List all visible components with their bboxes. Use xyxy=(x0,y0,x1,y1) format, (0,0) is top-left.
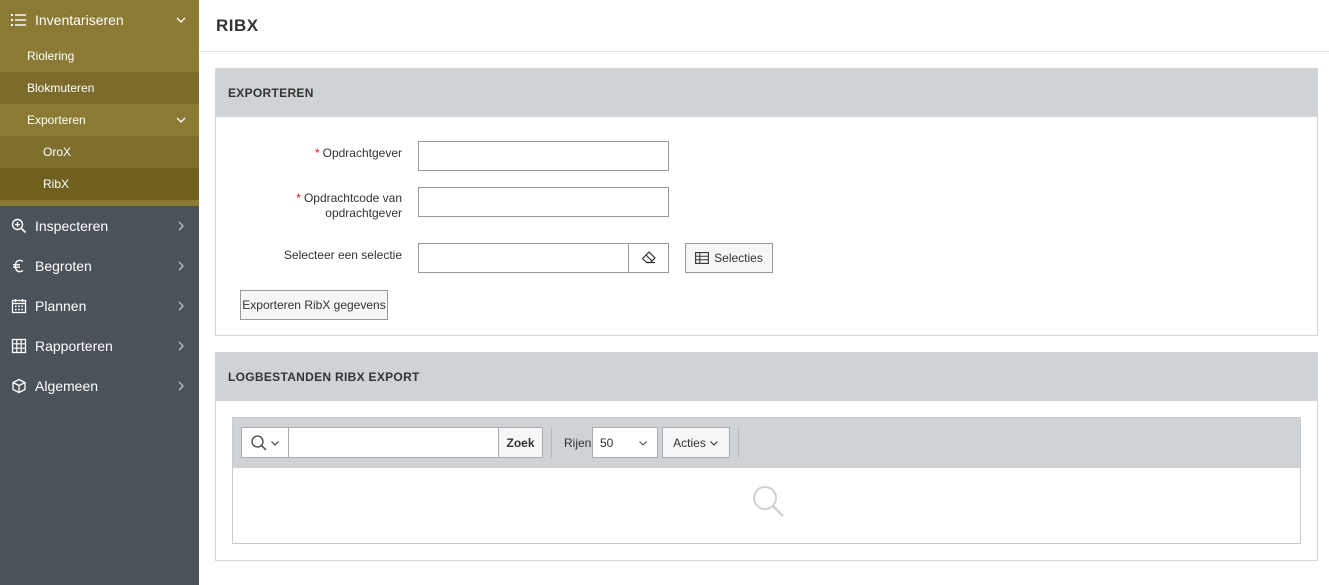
search-input[interactable] xyxy=(289,428,498,457)
chevron-right-icon xyxy=(175,259,187,275)
export-panel: EXPORTEREN * Opdrachtgever * Opdrachtcode … xyxy=(215,68,1318,336)
opdrachtgever-input[interactable] xyxy=(418,141,669,171)
sidebar-subitem-label: Exporteren xyxy=(27,113,86,127)
selecties-button-label: Selecties xyxy=(714,251,763,265)
calendar-icon xyxy=(11,298,29,314)
sidebar-subitem-ribx[interactable]: RibX xyxy=(0,168,199,200)
required-mark: * xyxy=(296,191,301,205)
acties-button-label: Acties xyxy=(673,435,706,450)
nav-item-label: Inventariseren xyxy=(35,12,124,28)
search-options-button[interactable] xyxy=(242,428,289,457)
nav-item-begroten[interactable]: Begroten xyxy=(0,246,199,286)
empty-search-icon xyxy=(750,483,786,519)
selectie-input[interactable] xyxy=(418,243,629,273)
nav-item-inventariseren[interactable]: Inventariseren xyxy=(0,0,199,40)
sidebar-subitem-riolering[interactable]: Riolering xyxy=(0,40,199,72)
nav-item-label: Inspecteren xyxy=(35,218,109,234)
zoom-in-icon xyxy=(11,218,29,234)
chevron-down-icon xyxy=(175,13,187,29)
opdrachtgever-label: * Opdrachtgever xyxy=(314,146,402,160)
nav-item-inspecteren[interactable]: Inspecteren xyxy=(0,206,199,246)
sidebar: Inventariseren Riolering Blokmuteren Exp… xyxy=(0,0,199,585)
chevron-right-icon xyxy=(175,379,187,395)
nav-item-label: Algemeen xyxy=(35,378,99,394)
chevron-down-icon xyxy=(709,438,719,448)
nav-item-label: Begroten xyxy=(35,258,92,274)
required-mark: * xyxy=(314,146,320,160)
log-grid: Zoek Rijen 50 Acties xyxy=(232,417,1301,544)
toolbar-divider xyxy=(551,427,552,458)
cube-icon xyxy=(11,378,29,394)
acties-button[interactable]: Acties xyxy=(662,427,730,458)
clear-selectie-button[interactable] xyxy=(628,243,669,273)
search-group: Zoek xyxy=(241,427,543,458)
rows-select[interactable]: 50 xyxy=(592,427,658,458)
nav-item-rapporteren[interactable]: Rapporteren xyxy=(0,326,199,366)
sidebar-subitem-exporteren[interactable]: Exporteren xyxy=(0,104,199,136)
nav-item-label: Rapporteren xyxy=(35,338,113,354)
chevron-right-icon xyxy=(175,219,187,235)
table-icon xyxy=(695,252,710,264)
nav-item-plannen[interactable]: Plannen xyxy=(0,286,199,326)
search-button[interactable]: Zoek xyxy=(498,428,542,457)
rows-label: Rijen xyxy=(564,436,592,450)
chevron-down-icon xyxy=(638,438,648,448)
selectie-label: Selecteer een selectie xyxy=(283,248,402,262)
table-icon xyxy=(11,338,29,354)
nav-item-label: Plannen xyxy=(35,298,87,314)
eraser-icon xyxy=(641,250,657,267)
export-ribx-button[interactable]: Exporteren RibX gegevens xyxy=(240,290,388,320)
sidebar-subitem-blokmuteren[interactable]: Blokmuteren xyxy=(0,72,199,104)
euro-icon xyxy=(11,258,29,274)
sidebar-subitem-orox[interactable]: OroX xyxy=(0,136,199,168)
main-content: RIBX EXPORTEREN * Opdrachtgever * Opdracht… xyxy=(199,0,1329,585)
sidebar-subitem-label: Riolering xyxy=(27,49,75,63)
page-header: RIBX xyxy=(199,0,1329,52)
grid-toolbar: Zoek Rijen 50 Acties xyxy=(233,418,1300,468)
sidebar-subitem-label: OroX xyxy=(43,145,72,159)
log-panel-title: LOGBESTANDEN RIBX EXPORT xyxy=(216,353,1317,401)
export-panel-title: EXPORTEREN xyxy=(216,69,1317,117)
log-panel: LOGBESTANDEN RIBX EXPORT Zoek Rijen 50 A… xyxy=(215,352,1318,561)
rows-select-value: 50 xyxy=(600,435,614,450)
opdrachtcode-label: * Opdrachtcode van opdrachtgever xyxy=(296,191,402,220)
nav-section-inventariseren: Inventariseren Riolering Blokmuteren Exp… xyxy=(0,0,199,206)
page-title: RIBX xyxy=(216,15,259,35)
search-icon xyxy=(250,434,268,452)
export-ribx-button-label: Exporteren RibX gegevens xyxy=(242,298,386,312)
chevron-down-icon xyxy=(270,438,280,448)
sidebar-subitem-label: RibX xyxy=(43,177,70,191)
chevron-right-icon xyxy=(175,339,187,355)
list-icon xyxy=(11,13,29,27)
toolbar-divider xyxy=(738,427,739,458)
opdrachtcode-input[interactable] xyxy=(418,187,669,217)
grid-body xyxy=(233,468,1300,543)
chevron-right-icon xyxy=(175,299,187,315)
nav-item-algemeen[interactable]: Algemeen xyxy=(0,366,199,406)
sidebar-subitem-label: Blokmuteren xyxy=(27,81,95,95)
selecties-button[interactable]: Selecties xyxy=(685,243,773,273)
chevron-down-icon xyxy=(175,114,187,129)
